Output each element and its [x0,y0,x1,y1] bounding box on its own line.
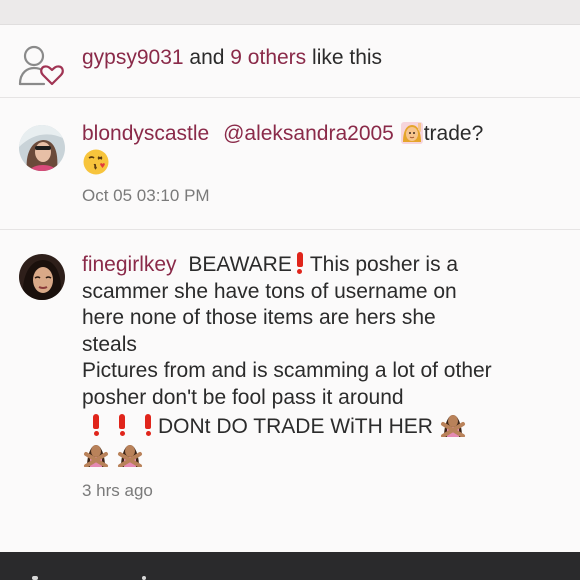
comment-text: trade? [423,122,484,145]
comment-text: BEAWARE [188,253,292,276]
avatar[interactable] [19,254,65,300]
comment-text: scammer she have tons of username on [82,279,457,303]
no-gesture-emoji [84,444,108,467]
divider [0,97,580,98]
exclamation-emoji [92,414,100,436]
comment-body: blondyscastle @aleksandra2005 trade? [82,120,483,179]
likes-and-text: and [183,46,231,69]
exclamation-emoji [144,414,152,436]
comment-timestamp: Oct 05 03:10 PM [82,186,210,205]
comment-text: Pictures from and is scamming a lot of o… [82,359,492,382]
likes-suffix: like this [306,46,383,69]
comment-username-link[interactable]: finegirlkey [82,253,177,276]
top-bar [0,0,580,25]
avatar-image [19,125,65,171]
toolbar-indicator [32,576,38,580]
no-gesture-emoji [117,444,142,467]
comment-timestamp: 3 hrs ago [82,481,153,500]
raising-hand-emoji [400,122,423,144]
no-gesture-emoji [440,415,465,437]
comment-username-link[interactable]: blondyscastle [82,122,209,145]
divider [0,229,580,230]
toolbar-indicator [142,576,146,580]
avatar-image [19,254,65,300]
likes-summary: gypsy9031 and 9 others like this [82,46,382,70]
comment-body: finegirlkey BEAWARE This posher is a scam… [82,252,492,470]
exclamation-emoji [296,252,304,274]
mention-link[interactable]: @aleksandra2005 [223,122,394,145]
likes-row[interactable]: gypsy9031 and 9 others like this [0,36,580,86]
comment-text: DONt DO TRADE WiTH HER [158,415,433,438]
liker-username-link[interactable]: gypsy9031 [82,46,184,69]
comment-text: steals [82,332,137,356]
likes-heart-icon[interactable] [16,44,64,86]
avatar[interactable] [19,125,65,171]
others-link[interactable]: 9 others [230,46,306,69]
bottom-toolbar [0,552,580,580]
kiss-face-emoji [83,149,109,174]
comment-text: posher don't be fool pass it around [82,385,404,409]
exclamation-emoji [118,414,126,436]
comment-text: here none of those items are hers she [82,306,436,329]
comment-text: This posher is a [309,253,459,276]
